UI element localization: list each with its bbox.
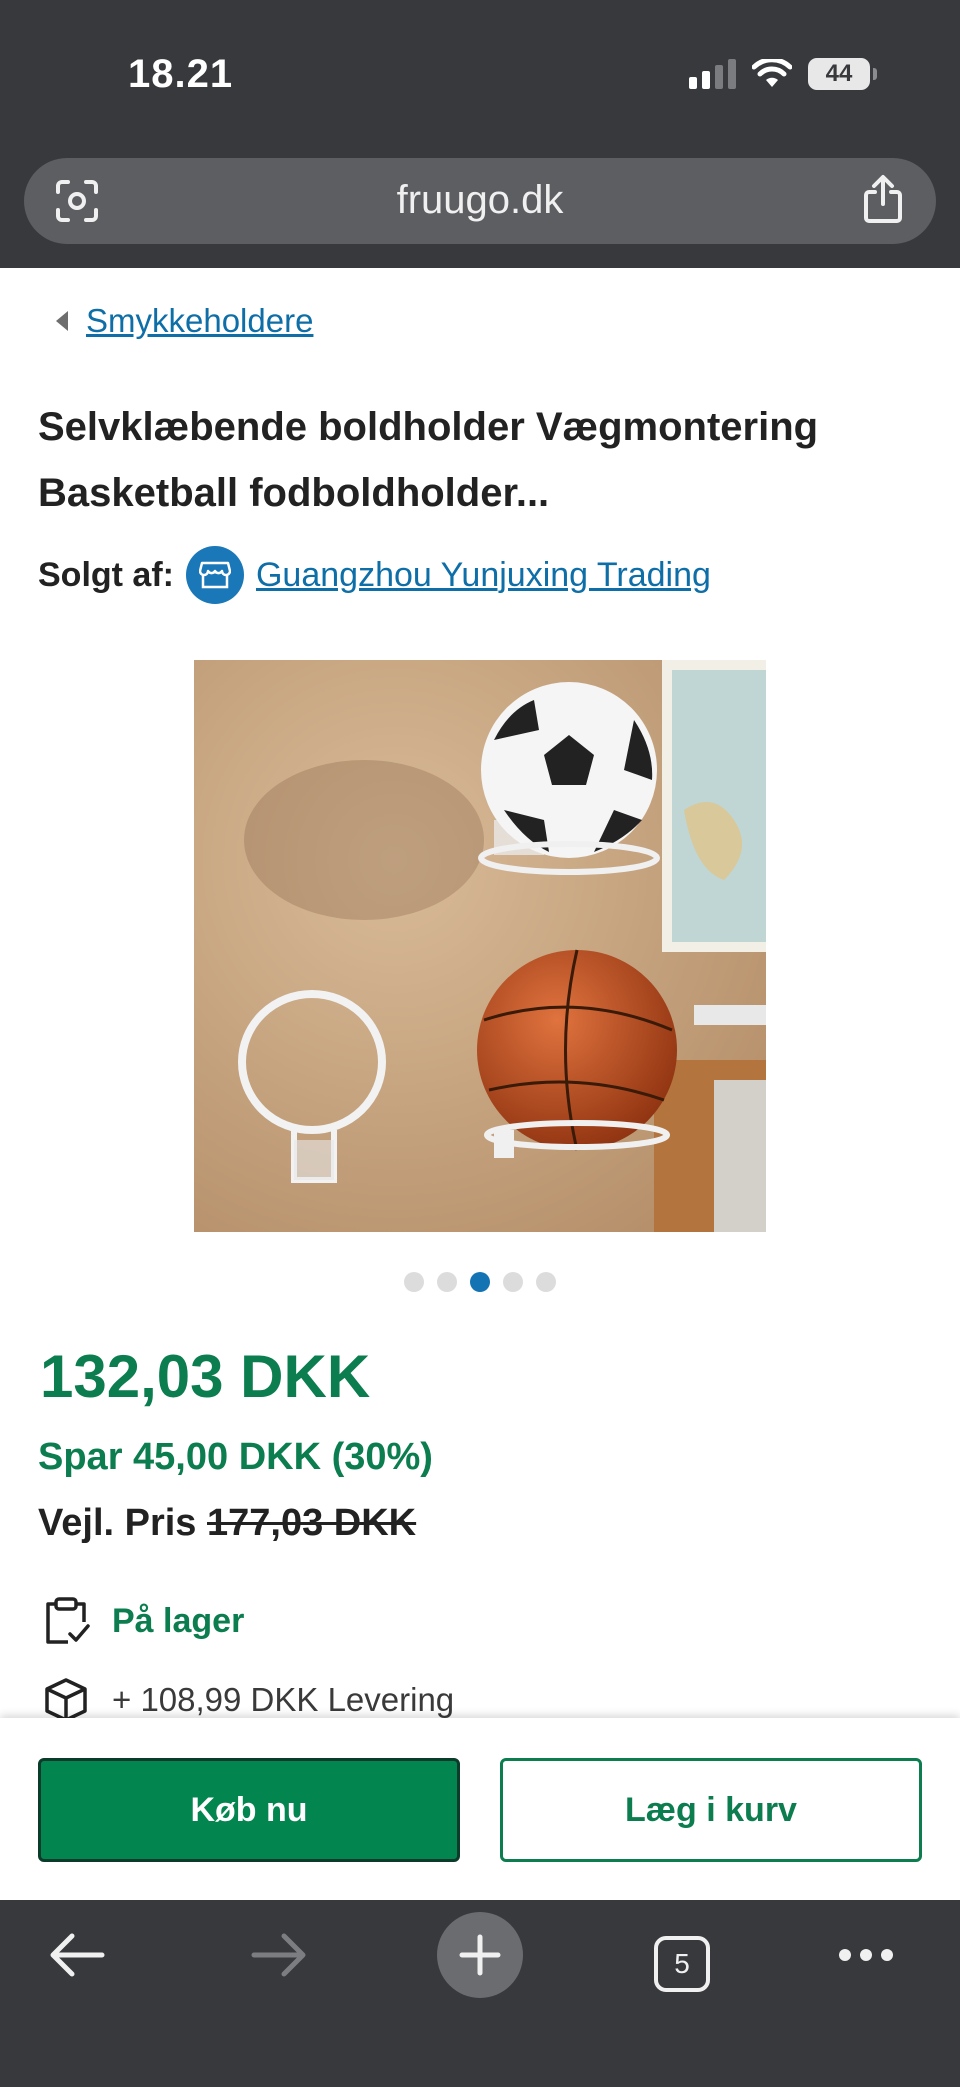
tabs-icon[interactable]: 5 (654, 1936, 710, 1992)
product-title-line-2: Basketball fodboldholder... (38, 471, 550, 515)
chevron-left-icon (56, 311, 68, 331)
product-title-line-1: Selvklæbende boldholder Vægmontering (38, 405, 819, 449)
tab-count: 5 (674, 1948, 690, 1979)
rrp-label: Vejl. Pris (38, 1502, 197, 1544)
image-carousel-dots[interactable] (0, 1272, 960, 1292)
delivery-text: + 108,99 DKK Levering (112, 1681, 455, 1718)
stock-row: På lager (42, 1596, 244, 1646)
status-time: 18.21 (128, 52, 234, 96)
clipboard-check-icon (46, 1597, 90, 1644)
carousel-dot[interactable] (536, 1272, 556, 1292)
delivery-row: + 108,99 DKK Levering (42, 1676, 454, 1724)
stock-status: På lager (112, 1601, 245, 1640)
saving-text: Spar 45,00 DKK (30%) (38, 1436, 433, 1478)
battery-level: 44 (825, 60, 853, 87)
package-icon (45, 1678, 87, 1722)
product-image[interactable] (194, 660, 766, 1232)
carousel-dot[interactable] (404, 1272, 424, 1292)
forward-arrow-icon[interactable] (250, 1930, 308, 1980)
carousel-dot[interactable] (437, 1272, 457, 1292)
breadcrumb-link[interactable]: Smykkeholdere (86, 302, 313, 340)
carousel-dot[interactable] (503, 1272, 523, 1292)
new-tab-plus-icon (459, 1934, 501, 1976)
back-arrow-icon[interactable] (48, 1930, 106, 1980)
url-text[interactable]: fruugo.dk (24, 178, 936, 223)
seller-label: Solgt af: (38, 555, 174, 594)
url-bar[interactable]: fruugo.dk (24, 158, 936, 244)
purchase-action-bar: Køb nu Læg i kurv (0, 1718, 960, 1900)
cellular-signal-icon (689, 59, 736, 89)
browser-bottom-nav: 5 (0, 1900, 960, 2087)
product-price: 132,03 DKK (40, 1343, 371, 1410)
seller-link[interactable]: Guangzhou Yunjuxing Trading (256, 556, 711, 595)
breadcrumb[interactable]: Smykkeholdere (56, 302, 313, 340)
more-icon[interactable] (838, 1948, 894, 1962)
rrp-row: Vejl. Pris 177,03 DKK (38, 1502, 416, 1545)
battery-indicator: 44 (808, 58, 877, 90)
rrp-value: 177,03 DKK (207, 1502, 417, 1544)
wifi-icon (752, 59, 792, 87)
product-title: Selvklæbende boldholder Vægmontering Bas… (38, 394, 918, 526)
buy-now-button[interactable]: Køb nu (38, 1758, 460, 1862)
carousel-dot-active[interactable] (470, 1272, 490, 1292)
add-to-cart-button[interactable]: Læg i kurv (500, 1758, 922, 1862)
browser-top-bar: 18.21 44 fruugo.dk (0, 0, 960, 268)
status-icons: 44 (689, 58, 877, 90)
seller-row: Solgt af: Guangzhou Yunjuxing Trading (38, 546, 711, 604)
share-icon[interactable] (860, 174, 906, 224)
new-tab-button[interactable] (437, 1912, 523, 1998)
storefront-icon (185, 546, 244, 604)
